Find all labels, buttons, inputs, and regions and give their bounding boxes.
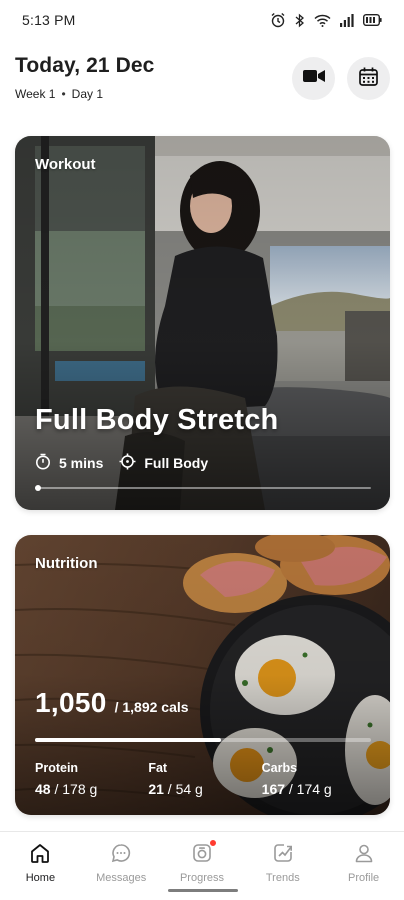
macro-value: 167 / 174 g <box>262 781 375 797</box>
nav-trends-label: Trends <box>265 872 300 884</box>
macro-value: 21 / 54 g <box>148 781 261 797</box>
stopwatch-icon <box>35 453 51 473</box>
macro-name: Carbs <box>261 761 298 775</box>
macro-name: Fat <box>148 761 168 775</box>
page-title: Today, 21 Dec <box>15 54 155 77</box>
week-day-line: Week 1 • Day 1 <box>15 87 103 101</box>
calories-consumed: 1,050 <box>35 687 107 718</box>
workout-progress-indicator <box>35 485 41 491</box>
status-icons <box>270 12 382 28</box>
workout-duration: 5 mins <box>35 453 103 473</box>
nav-home[interactable]: Home <box>0 832 81 900</box>
macros-row: Protein 48 / 178 g Fat 21 / 54 g Carbs 1… <box>35 761 375 797</box>
calories-progress-fill <box>35 738 222 742</box>
video-call-button[interactable] <box>292 57 335 100</box>
separator-dot: • <box>61 87 66 101</box>
workout-label: Workout <box>35 156 96 173</box>
workout-progress-track <box>35 485 371 491</box>
nutrition-label: Nutrition <box>35 555 98 572</box>
nav-profile-label: Profile <box>347 872 380 884</box>
calendar-icon <box>359 67 378 91</box>
nav-progress-label: Progress <box>179 872 224 884</box>
nav-home-label: Home <box>25 872 56 884</box>
alarm-icon <box>270 12 286 28</box>
wifi-icon <box>314 14 331 27</box>
calories-total: / 1,892 cals <box>114 699 189 715</box>
nav-messages-label: Messages <box>96 872 147 884</box>
bluetooth-icon <box>295 13 305 28</box>
macro-value: 48 / 178 g <box>35 781 148 797</box>
profile-icon <box>352 841 376 865</box>
workout-title: Full Body Stretch <box>35 404 279 436</box>
calories-progress-bar <box>35 738 371 742</box>
target-icon <box>119 453 136 473</box>
progress-camera-icon <box>190 839 217 865</box>
video-camera-icon <box>302 68 325 89</box>
status-bar: 5:13 PM <box>0 0 404 40</box>
workout-meta: 5 mins Full Body <box>35 453 216 473</box>
home-icon <box>28 841 52 865</box>
workout-duration-text: 5 mins <box>59 455 104 471</box>
macro-amount: 48 <box>35 781 51 797</box>
macro-protein: Protein 48 / 178 g <box>35 761 148 797</box>
macro-amount: 21 <box>148 781 164 797</box>
signal-icon <box>340 13 354 27</box>
workout-focus-text: Full Body <box>144 455 209 471</box>
header: Today, 21 Dec Week 1 • Day 1 <box>15 52 391 108</box>
battery-icon <box>363 14 382 26</box>
macro-name: Protein <box>35 761 79 775</box>
trends-chart-icon <box>271 841 295 865</box>
macro-carbs: Carbs 167 / 174 g <box>262 761 375 797</box>
macro-target: / 178 g <box>50 781 98 797</box>
week-label: Week 1 <box>15 87 56 101</box>
calories-summary: 1,050 / 1,892 cals <box>35 687 189 719</box>
workout-card[interactable]: Workout Full Body Stretch 5 mins Full Bo… <box>15 136 390 510</box>
calendar-button[interactable] <box>347 57 390 100</box>
macro-target: / 174 g <box>285 781 332 797</box>
chat-bubble-icon <box>109 841 133 865</box>
nutrition-card[interactable]: Nutrition 1,050 / 1,892 cals Protein 48 … <box>15 535 390 815</box>
nav-trends[interactable]: Trends <box>242 832 323 900</box>
status-time: 5:13 PM <box>22 12 76 28</box>
workout-focus: Full Body <box>119 453 208 473</box>
notification-badge <box>208 839 217 847</box>
home-indicator[interactable] <box>168 889 238 892</box>
nav-profile[interactable]: Profile <box>323 832 404 900</box>
macro-amount: 167 <box>261 781 286 797</box>
nav-messages[interactable]: Messages <box>81 832 162 900</box>
day-label: Day 1 <box>71 87 104 101</box>
macro-fat: Fat 21 / 54 g <box>148 761 261 797</box>
macro-target: / 54 g <box>163 781 203 797</box>
